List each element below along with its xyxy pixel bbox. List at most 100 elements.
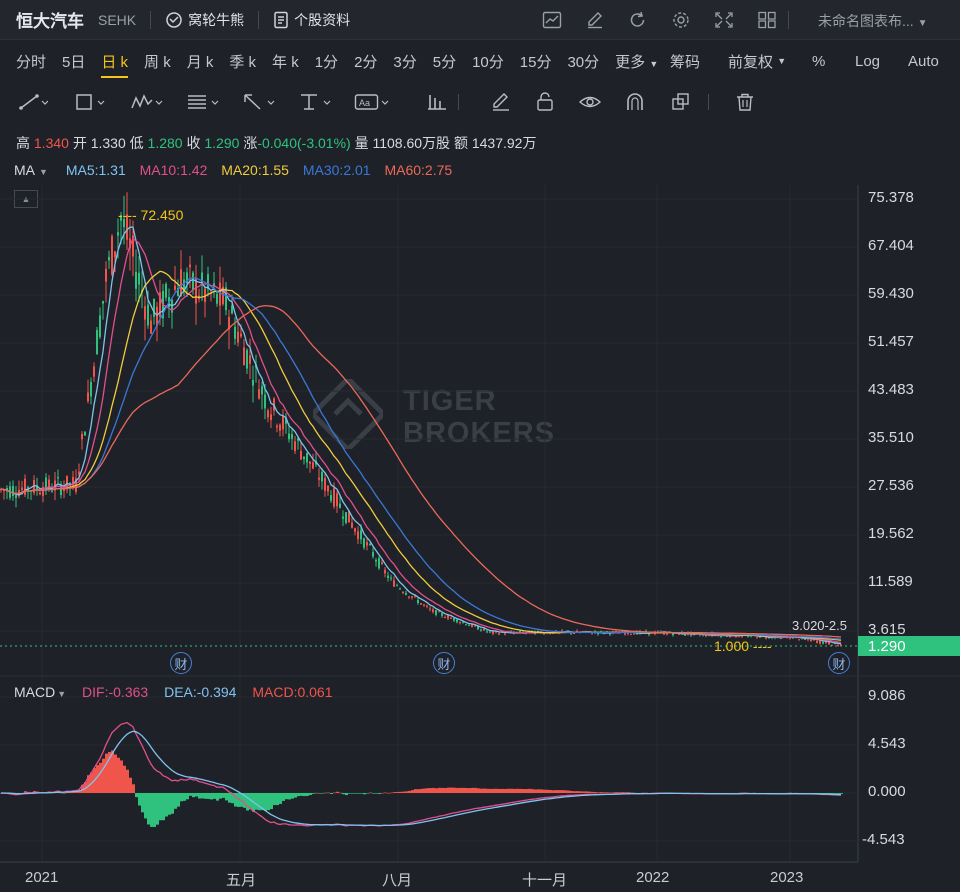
candle-body [240, 333, 242, 337]
candle-body [528, 630, 530, 632]
macd-histogram-bar [165, 793, 168, 817]
magnet-icon[interactable] [624, 92, 646, 112]
percent-toggle[interactable]: % [812, 40, 825, 82]
macd-histogram-bar [444, 787, 447, 793]
pattern-tool-icon[interactable] [130, 92, 164, 112]
macd-histogram-bar [744, 792, 747, 794]
layout-grid-icon[interactable] [745, 11, 788, 29]
period-tab[interactable]: 3分 [393, 45, 416, 78]
candle-body [498, 633, 500, 635]
macd-histogram-bar [813, 793, 816, 794]
ma5-value: MA5:1.31 [65, 162, 126, 178]
candle-body [681, 632, 683, 635]
refresh-icon[interactable] [616, 11, 659, 29]
financial-report-badge[interactable]: 财 [170, 652, 192, 674]
macd-histogram-bar [636, 792, 639, 794]
macd-histogram-bar [504, 788, 507, 793]
period-tab-active[interactable]: 日 k [101, 45, 128, 78]
collapse-legend-button[interactable]: ▲ [14, 190, 38, 208]
candle-body [396, 585, 398, 587]
candle-body [426, 605, 428, 607]
candle-body [150, 320, 152, 334]
macd-histogram-bar [837, 793, 840, 794]
financial-report-badge[interactable]: 财 [828, 652, 850, 674]
macd-histogram-bar [408, 790, 411, 793]
gear-icon[interactable] [659, 11, 702, 29]
price-tick: 51.457 [868, 333, 914, 350]
macd-histogram-bar [171, 793, 174, 814]
divider [788, 11, 789, 29]
macd-histogram-bar [786, 792, 789, 794]
profile-link[interactable]: 个股资料 [273, 10, 350, 30]
high-value: 1.340 [33, 135, 69, 151]
macd-histogram-bar [144, 793, 147, 819]
period-tab[interactable]: 5日 [62, 45, 85, 78]
ma-legend[interactable]: MA ▼ MA5:1.31 MA10:1.42 MA20:1.55 MA30:2.… [14, 162, 462, 178]
candle-body [231, 305, 233, 314]
close-label: 收 [186, 135, 201, 151]
chevron-down-icon[interactable]: ▼ [39, 167, 48, 177]
adjust-dropdown[interactable]: 前复权 ▼ [728, 40, 786, 82]
more-periods-dropdown[interactable]: 更多 ▼ [615, 45, 658, 78]
period-tab[interactable]: 月 k [187, 45, 214, 78]
layout-template-select[interactable]: 未命名图表布... ▼ [818, 11, 927, 31]
macd-histogram-bar [54, 791, 57, 793]
period-tab[interactable]: 年 k [272, 45, 299, 78]
period-tab[interactable]: 5分 [433, 45, 456, 78]
macd-histogram-bar [789, 792, 792, 794]
trendline-tool-icon[interactable] [18, 92, 48, 112]
macd-histogram-bar [66, 791, 69, 793]
chevron-down-icon[interactable]: ▼ [57, 689, 66, 699]
chips-button[interactable]: 筹码 [670, 40, 700, 82]
layers-icon[interactable] [670, 92, 692, 112]
trash-icon[interactable] [734, 92, 756, 112]
period-tab[interactable]: 10分 [472, 45, 504, 78]
candle-body [135, 271, 137, 289]
arrow-tool-icon[interactable] [242, 92, 276, 112]
more-label: 更多 [615, 53, 646, 71]
auto-toggle[interactable]: Auto [908, 40, 939, 82]
macd-histogram-bar [453, 787, 456, 793]
financial-report-badge[interactable]: 财 [433, 652, 455, 674]
period-tab[interactable]: 季 k [229, 45, 256, 78]
log-toggle[interactable]: Log [855, 40, 880, 82]
candle-body [411, 596, 413, 598]
candle-body [492, 631, 494, 634]
period-tab[interactable]: 1分 [315, 45, 338, 78]
warrants-link[interactable]: 窝轮牛熊 [165, 10, 244, 30]
candle-body [225, 287, 227, 311]
macd-histogram-bar [543, 789, 546, 793]
label-tool-icon[interactable]: Aa [354, 92, 390, 112]
macd-title[interactable]: MACD [14, 684, 55, 700]
macd-histogram-bar [792, 792, 795, 794]
candle-body [27, 487, 29, 492]
eye-icon[interactable] [578, 92, 602, 112]
macd-histogram-bar [396, 791, 399, 793]
candle-body [714, 634, 716, 636]
macd-histogram-bar [276, 793, 279, 806]
brush-icon[interactable] [490, 92, 512, 112]
period-tab[interactable]: 周 k [144, 45, 171, 78]
rectangle-tool-icon[interactable] [74, 92, 106, 112]
candle-body [405, 592, 407, 595]
fibonacci-tool-icon[interactable] [186, 92, 220, 112]
candle-body [600, 631, 602, 633]
macd-histogram-bar [210, 793, 213, 800]
period-tab[interactable]: 分时 [16, 45, 46, 78]
candle-body [147, 304, 149, 326]
text-tool-icon[interactable] [298, 92, 332, 112]
ma-legend-title[interactable]: MA [14, 162, 35, 178]
lock-icon[interactable] [534, 92, 556, 112]
fullscreen-icon[interactable] [702, 11, 745, 29]
candle-body [204, 288, 206, 303]
candle-body [510, 631, 512, 633]
period-tab[interactable]: 30分 [567, 45, 599, 78]
period-tab[interactable]: 2分 [354, 45, 377, 78]
candle-body [30, 490, 32, 492]
macd-legend[interactable]: MACD ▼ DIF:-0.363 DEA:-0.394 MACD:0.061 [14, 684, 345, 700]
pencil-icon[interactable] [573, 11, 616, 29]
candle-body [303, 456, 305, 460]
indicator-icon[interactable] [530, 11, 573, 29]
bar-chart-icon[interactable] [426, 92, 448, 112]
period-tab[interactable]: 15分 [520, 45, 552, 78]
